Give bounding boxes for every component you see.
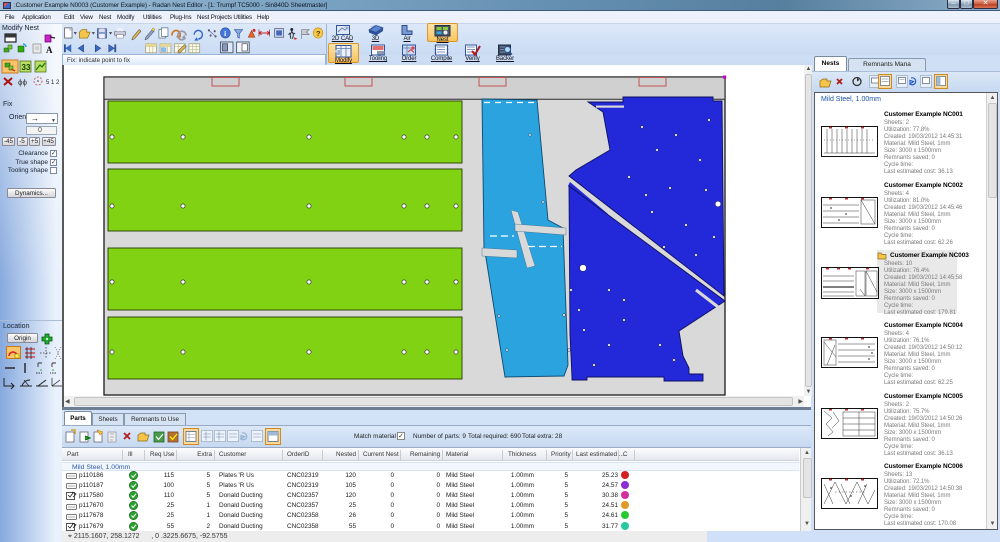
svg-text:i: i	[224, 29, 226, 38]
svg-text:5 1 2: 5 1 2	[46, 80, 60, 86]
svg-text:?: ?	[316, 29, 321, 38]
svg-text:33: 33	[22, 63, 31, 72]
svg-text:A: A	[46, 45, 53, 55]
svg-text:ϕϕ: ϕϕ	[18, 78, 27, 87]
